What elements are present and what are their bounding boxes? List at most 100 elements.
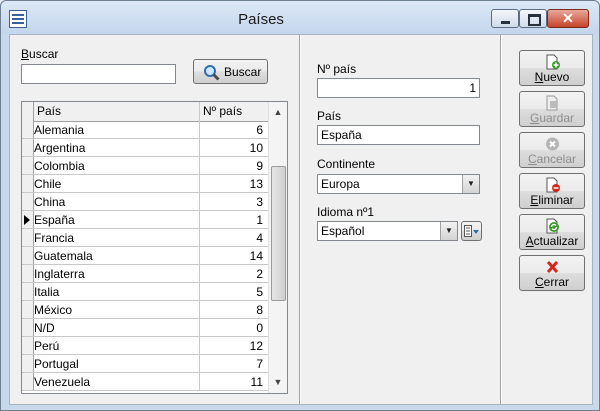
cell-country: Argentina — [34, 141, 86, 155]
close-x-icon — [546, 260, 559, 274]
table-row[interactable]: China 3 — [22, 193, 269, 211]
country-field[interactable] — [317, 125, 480, 145]
cell-number: 3 — [256, 195, 263, 209]
window-title: Países — [238, 11, 284, 28]
current-row-arrow-icon — [24, 215, 30, 225]
cell-number: 8 — [256, 303, 263, 317]
table-row[interactable]: Guatemala 14 — [22, 247, 269, 265]
search-input[interactable] — [21, 64, 176, 84]
row-indicator[interactable] — [22, 139, 34, 156]
language-label: Idioma nº1 — [317, 205, 375, 219]
chevron-down-icon[interactable]: ▼ — [462, 175, 479, 193]
maximize-icon — [528, 14, 541, 26]
table-row[interactable]: Alemania 6 — [22, 121, 269, 139]
table-row[interactable]: Argentina 10 — [22, 139, 269, 157]
scroll-thumb[interactable] — [271, 166, 286, 301]
table-row[interactable]: Inglaterra 2 — [22, 265, 269, 283]
minimize-button[interactable] — [491, 9, 519, 28]
language-value: Español — [321, 224, 365, 238]
language-options-button[interactable] — [461, 221, 482, 241]
table-row[interactable]: Francia 4 — [22, 229, 269, 247]
close-window-button[interactable]: ✕ — [547, 9, 589, 28]
country-label: País — [317, 109, 342, 123]
language-select[interactable]: Español ▼ — [317, 221, 458, 241]
close-button[interactable]: Cerrar — [519, 255, 585, 291]
search-button-label: Buscar — [224, 65, 262, 79]
minimize-icon — [501, 21, 510, 24]
row-indicator[interactable] — [22, 157, 34, 174]
search-button[interactable]: Buscar — [193, 59, 268, 84]
grid-header: País Nº país — [22, 102, 269, 122]
row-indicator[interactable] — [22, 211, 34, 228]
cell-number: 12 — [249, 339, 263, 353]
new-document-icon — [546, 54, 560, 70]
cell-number: 4 — [256, 231, 263, 245]
table-row[interactable]: España 1 — [22, 211, 269, 229]
cell-country: Francia — [34, 231, 75, 245]
row-indicator[interactable] — [22, 373, 34, 390]
table-row[interactable]: N/D 0 — [22, 319, 269, 337]
continent-value: Europa — [321, 177, 360, 191]
table-row[interactable]: Perú 12 — [22, 337, 269, 355]
table-row[interactable]: Portugal 7 — [22, 355, 269, 373]
row-indicator[interactable] — [22, 355, 34, 372]
num-label: Nº país — [317, 62, 357, 76]
table-row[interactable]: México 8 — [22, 301, 269, 319]
cell-country: Italia — [34, 285, 60, 299]
cell-number: 14 — [249, 249, 263, 263]
continent-label: Continente — [317, 157, 376, 171]
chevron-down-icon[interactable]: ▼ — [440, 222, 457, 240]
cell-number: 10 — [249, 141, 263, 155]
cell-country: México — [34, 303, 73, 317]
cell-country: Chile — [34, 177, 62, 191]
close-icon: ✕ — [562, 10, 574, 26]
row-indicator[interactable] — [22, 193, 34, 210]
row-indicator[interactable] — [22, 337, 34, 354]
cell-number: 2 — [256, 267, 263, 281]
table-row[interactable]: Chile 13 — [22, 175, 269, 193]
row-indicator[interactable] — [22, 175, 34, 192]
countries-grid[interactable]: País Nº país Alemania 6 Argentina 10 Colombi… — [21, 101, 288, 394]
cell-country: Venezuela — [34, 375, 91, 389]
cancel-button[interactable]: Cancelar — [519, 132, 585, 168]
row-indicator[interactable] — [22, 283, 34, 300]
header-indicator — [22, 102, 34, 121]
list-dropdown-icon — [464, 225, 479, 237]
cell-country: China — [34, 195, 66, 209]
grid-scrollbar[interactable]: ▲ ▼ — [268, 102, 287, 393]
table-row[interactable]: Venezuela 11 — [22, 373, 269, 391]
continent-select[interactable]: Europa ▼ — [317, 174, 480, 194]
search-label: Buscar — [21, 47, 59, 61]
client-area: Buscar Buscar País Nº país Alemania 6 Arge… — [9, 34, 593, 405]
cell-country: Guatemala — [34, 249, 93, 263]
maximize-button[interactable] — [519, 9, 547, 28]
save-icon — [546, 95, 558, 111]
row-indicator[interactable] — [22, 247, 34, 264]
save-button[interactable]: Guardar — [519, 91, 585, 127]
num-field[interactable] — [317, 78, 480, 98]
divider-left — [299, 35, 300, 404]
new-button[interactable]: Nuevo — [519, 50, 585, 86]
column-header-country[interactable]: País — [37, 104, 61, 118]
column-header-number[interactable]: Nº país — [203, 104, 242, 118]
table-row[interactable]: Colombia 9 — [22, 157, 269, 175]
cell-country: Perú — [34, 339, 60, 353]
table-row[interactable]: Italia 5 — [22, 283, 269, 301]
row-indicator[interactable] — [22, 121, 34, 138]
magnifier-icon — [204, 65, 220, 81]
refresh-button[interactable]: Actualizar — [519, 214, 585, 250]
row-indicator[interactable] — [22, 301, 34, 318]
row-indicator[interactable] — [22, 265, 34, 282]
row-indicator[interactable] — [22, 229, 34, 246]
cell-country: Portugal — [34, 357, 79, 371]
scroll-up-icon[interactable]: ▲ — [269, 104, 287, 121]
cell-country: Inglaterra — [34, 267, 85, 281]
scroll-down-icon[interactable]: ▼ — [269, 374, 287, 391]
delete-document-icon — [546, 177, 560, 193]
row-indicator[interactable] — [22, 319, 34, 336]
cell-number: 13 — [249, 177, 263, 191]
refresh-icon — [546, 218, 559, 234]
cell-country: Colombia — [34, 159, 85, 173]
delete-button[interactable]: Eliminar — [519, 173, 585, 209]
title-bar: Países ✕ — [1, 1, 599, 34]
